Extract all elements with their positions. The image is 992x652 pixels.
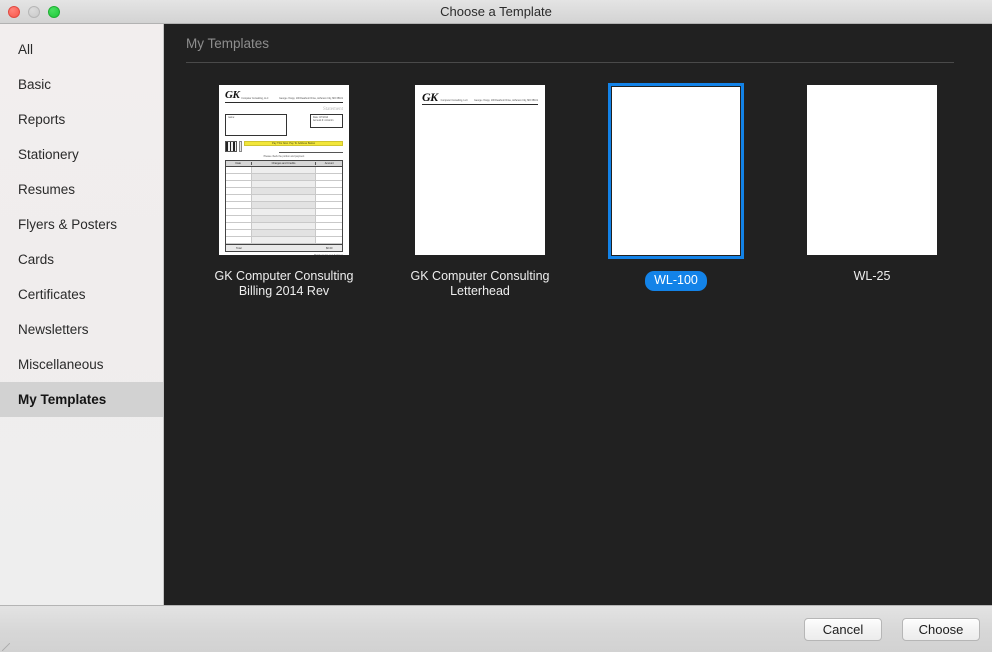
total-label: Total — [236, 246, 242, 250]
choose-button[interactable]: Choose — [902, 618, 980, 641]
template-thumbnail-frame[interactable] — [805, 83, 939, 257]
sidebar-item-cards[interactable]: Cards — [0, 242, 163, 277]
sidebar-item-label: Newsletters — [18, 322, 89, 337]
column-header-amount: Amount — [324, 162, 334, 165]
table-row — [226, 237, 342, 244]
account-label: Account #: nnnnnnn — [313, 119, 334, 123]
table-row — [226, 209, 342, 216]
table-row — [226, 181, 342, 188]
brand-subtitle: Computer Consulting, LLC — [440, 99, 468, 103]
total-value: $0.00 — [325, 246, 333, 250]
charges-table: Date Charges and Credits Amount Total $0… — [225, 160, 343, 252]
name-field-box: Name: — [225, 114, 287, 136]
resize-grip[interactable] — [2, 643, 10, 651]
table-row — [226, 223, 342, 230]
sidebar-item-label: Flyers & Posters — [18, 217, 118, 232]
brand-logo: GK — [422, 90, 438, 104]
template-card-billing[interactable]: GK Computer Consulting, LLC George J Kop… — [186, 83, 382, 299]
template-caption: GK Computer Consulting Letterhead — [390, 269, 570, 299]
table-row — [226, 188, 342, 195]
template-caption-line1: WL-25 — [853, 269, 891, 283]
detach-note: Please check the portion and payment — [263, 155, 305, 158]
table-total-row: Total $0.00 — [226, 244, 342, 251]
template-preview-letterhead: GK Computer Consulting, LLC George J Kop… — [415, 85, 545, 255]
column-header-charges: Charges and Credits — [252, 162, 317, 165]
template-caption-line2: Billing 2014 Rev — [238, 284, 330, 298]
amount-enclosed-line — [279, 148, 343, 153]
template-card-wl-25[interactable]: WL-25 — [774, 83, 970, 299]
statement-heading: Statement — [323, 107, 343, 112]
template-card-wl-100[interactable]: WL-100 — [578, 83, 774, 299]
template-grid: GK Computer Consulting, LLC George J Kop… — [186, 83, 970, 299]
dialog-body: All Basic Reports Stationery Resumes Fly… — [0, 24, 992, 605]
template-caption-line2: Letterhead — [450, 284, 510, 298]
template-preview-billing: GK Computer Consulting, LLC George J Kop… — [219, 85, 349, 255]
letterhead-artwork: GK Computer Consulting, LLC George J Kop… — [415, 85, 545, 255]
billing-fields-row: Name: Date: 4/7/2014 Account #: nnnnnnn — [225, 114, 343, 136]
page-title: Choose a Template — [440, 4, 552, 19]
template-caption: WL-25 — [782, 269, 962, 284]
template-caption-selected: WL-100 — [645, 271, 707, 291]
sidebar-item-label: Reports — [18, 112, 66, 127]
pay-now-highlight: Pay This Now. Pay To Address Below — [244, 141, 343, 146]
cancel-button[interactable]: Cancel — [804, 618, 882, 641]
sidebar-item-label: Certificates — [18, 287, 86, 302]
brand-subtitle: Computer Consulting, LLC — [241, 97, 269, 101]
section-divider — [186, 62, 954, 63]
titlebar[interactable]: Choose a Template — [0, 0, 992, 24]
template-caption-line1: GK Computer Consulting — [214, 269, 354, 283]
template-browser: My Templates GK Computer Consulting, LLC… — [164, 24, 992, 605]
barcode-stub-icon — [239, 141, 242, 152]
sidebar-item-flyers-posters[interactable]: Flyers & Posters — [0, 207, 163, 242]
letterhead-brand-row: GK Computer Consulting, LLC George J Kop… — [422, 91, 538, 103]
sidebar-item-my-templates[interactable]: My Templates — [0, 382, 163, 417]
sidebar-item-all[interactable]: All — [0, 32, 163, 67]
barcode-icon — [225, 141, 237, 152]
sidebar-item-label: All — [18, 42, 34, 57]
table-row — [226, 174, 342, 181]
sidebar-item-label: Miscellaneous — [18, 357, 104, 372]
choose-template-dialog: Sama eiga de Avari- Sama eiga de Avari- … — [0, 0, 992, 652]
template-thumbnail-frame[interactable]: GK Computer Consulting, LLC George J Kop… — [413, 83, 547, 257]
sidebar-item-certificates[interactable]: Certificates — [0, 277, 163, 312]
date-account-box: Date: 4/7/2014 Account #: nnnnnnn — [310, 114, 343, 128]
template-thumbnail-frame-selected[interactable] — [608, 83, 744, 259]
brand-logo: GK — [225, 89, 240, 101]
category-sidebar: All Basic Reports Stationery Resumes Fly… — [0, 24, 164, 605]
sidebar-item-label: Cards — [18, 252, 55, 267]
table-row — [226, 195, 342, 202]
billing-artwork: GK Computer Consulting, LLC George J Kop… — [219, 85, 349, 255]
sidebar-item-basic[interactable]: Basic — [0, 67, 163, 102]
sidebar-item-label: Basic — [18, 77, 52, 92]
billing-brand-row: GK Computer Consulting, LLC George J Kop… — [225, 90, 343, 101]
brand-address: George J Kopp, 100 Dearborn Drive, Jeffe… — [474, 99, 538, 103]
template-preview-blank — [612, 87, 740, 255]
column-header-date: Date — [226, 162, 252, 165]
name-field-label: Name: — [228, 116, 235, 120]
section-title: My Templates — [186, 36, 270, 51]
template-caption: GK Computer Consulting Billing 2014 Rev — [194, 269, 374, 299]
brand-address: George J Kopp, 100 Dearborn Drive, Jeffe… — [279, 97, 343, 101]
template-preview-blank — [807, 85, 937, 255]
sidebar-item-reports[interactable]: Reports — [0, 102, 163, 137]
table-row — [226, 216, 342, 223]
template-caption-line1: GK Computer Consulting — [410, 269, 550, 283]
table-row — [226, 230, 342, 237]
sidebar-item-resumes[interactable]: Resumes — [0, 172, 163, 207]
sidebar-item-label: My Templates — [18, 392, 107, 407]
sidebar-item-label: Resumes — [18, 182, 76, 197]
sidebar-item-stationery[interactable]: Stationery — [0, 137, 163, 172]
dialog-footer: Cancel Choose — [0, 605, 992, 652]
template-card-letterhead[interactable]: GK Computer Consulting, LLC George J Kop… — [382, 83, 578, 299]
sidebar-item-newsletters[interactable]: Newsletters — [0, 312, 163, 347]
barcode-row: Pay This Now. Pay To Address Below — [225, 141, 343, 153]
template-thumbnail-frame[interactable]: GK Computer Consulting, LLC George J Kop… — [217, 83, 351, 257]
table-row — [226, 202, 342, 209]
sidebar-item-miscellaneous[interactable]: Miscellaneous — [0, 347, 163, 382]
letterhead-rule — [422, 104, 538, 105]
brand-rule — [225, 102, 343, 103]
sidebar-item-label: Stationery — [18, 147, 79, 162]
table-row — [226, 167, 342, 174]
